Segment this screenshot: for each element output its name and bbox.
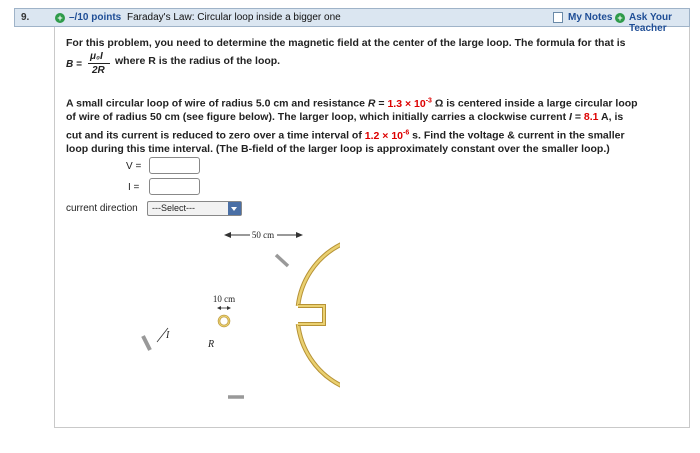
question-header: 9. + –/10 points Faraday's Law: Circular… xyxy=(14,8,690,34)
problem-text: Ω is centered inside a large circular lo… xyxy=(431,97,638,110)
problem-text: = xyxy=(571,111,584,123)
problem-line-2: of wire of radius 50 cm (see figure belo… xyxy=(66,109,623,125)
fraction-bar xyxy=(88,63,110,64)
formula-denominator: 2R xyxy=(92,65,105,76)
loop-figure: 50 cm I 10 cm R xyxy=(141,230,340,399)
small-arrowhead-left-icon xyxy=(217,306,221,310)
resistance-mantissa: 1.3 × 10 xyxy=(387,97,426,110)
large-loop-label: 50 cm xyxy=(252,230,274,240)
voltage-input[interactable] xyxy=(149,157,200,174)
current-input[interactable] xyxy=(149,178,200,195)
current-value: 8.1 xyxy=(583,111,599,123)
loop-cut-leads-highlight xyxy=(298,305,325,325)
formula-tail: where R is the radius of the loop. xyxy=(115,55,281,67)
expand-plus-icon[interactable]: + xyxy=(55,13,65,23)
question-title: Faraday's Law: Circular loop inside a bi… xyxy=(127,12,341,23)
problem-text: of wire of radius 50 cm (see figure belo… xyxy=(66,111,569,123)
resistor-segment xyxy=(141,335,152,351)
direction-label: current direction xyxy=(66,203,138,214)
points-label: –/10 points xyxy=(69,12,122,23)
problem-text: cut and its current is reduced to zero o… xyxy=(66,129,365,142)
resistance-value: 1.3 × 10-3 xyxy=(387,97,431,110)
small-loop-label: 10 cm xyxy=(213,294,235,304)
small-arrowhead-right-icon xyxy=(227,306,231,310)
small-loop-highlight xyxy=(218,315,230,327)
formula-lhs: B = xyxy=(66,59,82,70)
time-mantissa: 1.2 × 10 xyxy=(364,129,403,142)
voltage-label: V = xyxy=(126,161,142,172)
problem-text: A small circular loop of wire of radius … xyxy=(66,97,368,110)
loop-cut-leads xyxy=(298,304,326,326)
chevron-down-icon[interactable] xyxy=(228,202,241,215)
formula-numerator: μ₀I xyxy=(90,51,103,62)
problem-text: s. Find the voltage & current in the sma… xyxy=(409,129,625,142)
small-loop-resistance-label: R xyxy=(207,339,214,350)
problem-text: = xyxy=(375,97,388,110)
resistor-segment xyxy=(274,253,290,268)
ask-teacher-plus-icon[interactable]: + xyxy=(615,13,625,23)
notes-checkbox-icon[interactable] xyxy=(553,12,563,23)
current-label: I = xyxy=(128,182,140,193)
arrowhead-right-icon xyxy=(296,232,303,238)
intro-text: For this problem, you need to determine … xyxy=(66,37,626,49)
problem-text: A, is xyxy=(598,111,624,123)
my-notes-link[interactable]: My Notes xyxy=(568,12,612,23)
arrowhead-left-icon xyxy=(224,232,231,238)
large-loop-current-label: I xyxy=(165,330,170,341)
question-number: 9. xyxy=(21,12,30,23)
direction-select[interactable]: ---Select--- xyxy=(147,201,242,216)
time-value: 1.2 × 10-6 xyxy=(364,129,409,142)
large-loop-highlight xyxy=(296,243,340,387)
direction-selected-value: ---Select--- xyxy=(152,203,195,213)
problem-line-4: loop during this time interval. (The B-f… xyxy=(66,143,610,155)
